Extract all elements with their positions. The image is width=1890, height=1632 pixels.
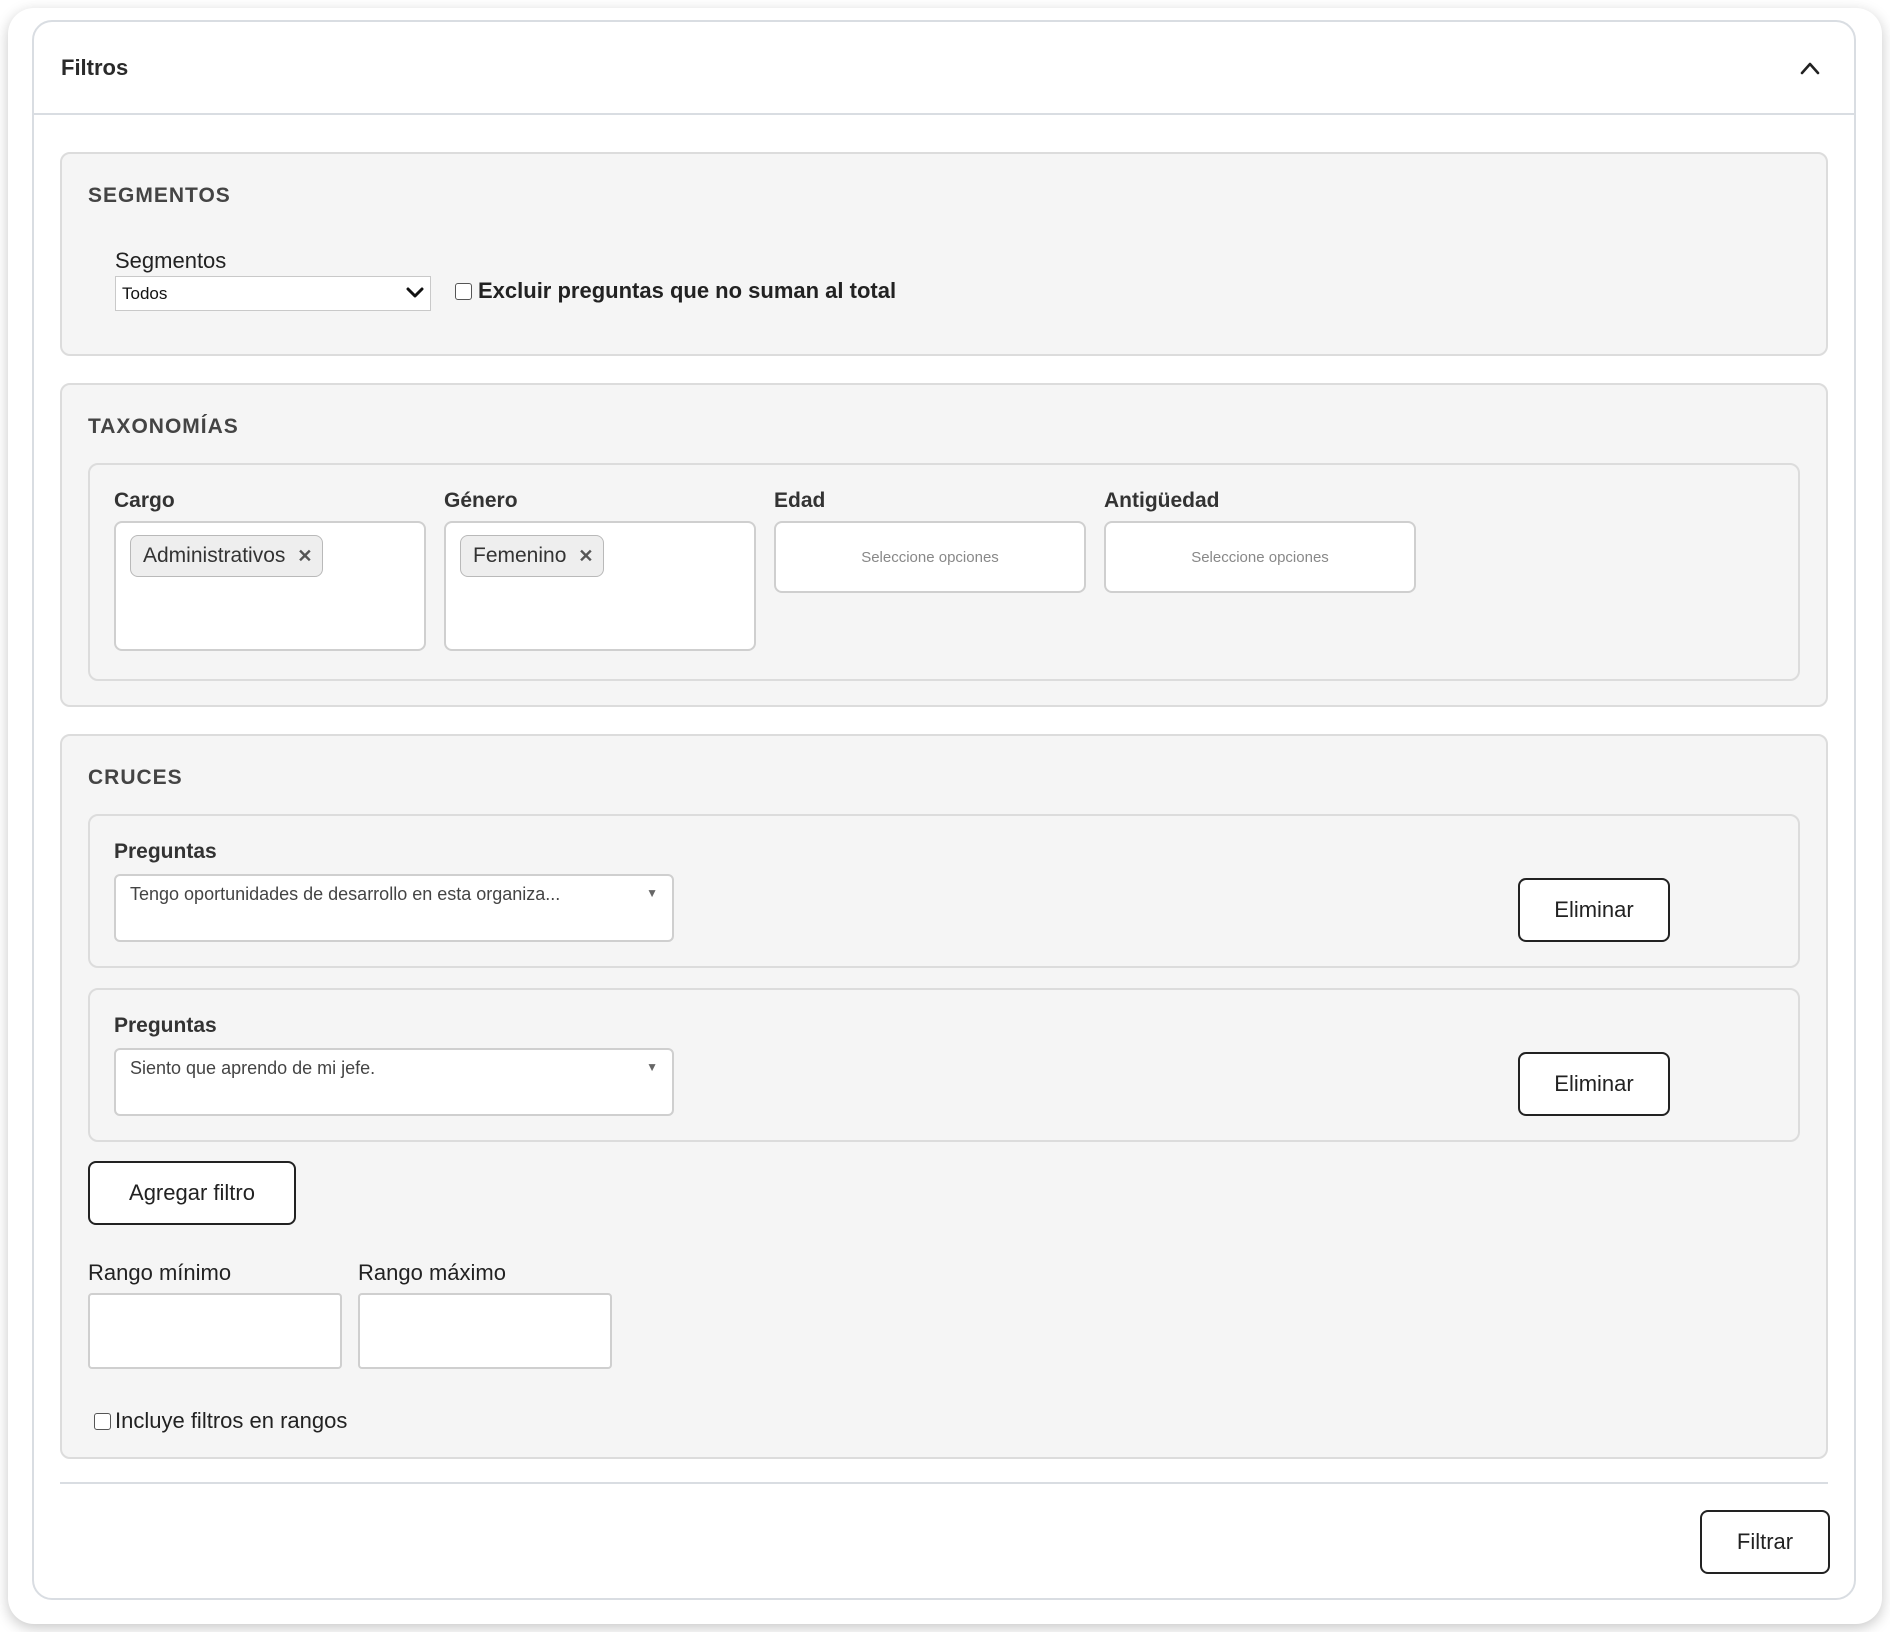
footer-divider [60, 1482, 1828, 1484]
rango-maximo-input[interactable] [358, 1293, 612, 1369]
chevron-up-icon[interactable] [1796, 54, 1824, 82]
cruces-section: CRUCES Preguntas Tengo oportunidades de … [60, 734, 1828, 1459]
preguntas-selected-value: Siento que aprendo de mi jefe. [130, 1058, 376, 1078]
eliminar-button[interactable]: Eliminar [1518, 878, 1670, 942]
chevron-down-icon [406, 284, 424, 304]
cruces-title: CRUCES [88, 766, 183, 789]
segmentos-title: SEGMENTOS [88, 184, 231, 207]
cargo-multiselect[interactable]: Administrativos ✕ [114, 521, 426, 651]
taxonomias-section: TAXONOMÍAS Cargo Administrativos ✕ Géner… [60, 383, 1828, 707]
cross-row: Preguntas Tengo oportunidades de desarro… [88, 814, 1800, 968]
filters-header[interactable]: Filtros [34, 22, 1854, 115]
segmentos-section: SEGMENTOS Segmentos Todos Excluir pregun… [60, 152, 1828, 356]
antiguedad-placeholder: Seleccione opciones [1191, 548, 1329, 566]
tag-label: Femenino [473, 544, 567, 567]
edad-label: Edad [774, 489, 826, 512]
eliminar-button[interactable]: Eliminar [1518, 1052, 1670, 1116]
antiguedad-field: Antigüedad Seleccione opciones [1104, 489, 1416, 593]
segmentos-selected-value: Todos [122, 283, 168, 303]
preguntas-label: Preguntas [114, 1014, 217, 1037]
taxonomias-title: TAXONOMÍAS [88, 415, 239, 438]
remove-tag-icon[interactable]: ✕ [578, 546, 593, 567]
antiguedad-multiselect[interactable]: Seleccione opciones [1104, 521, 1416, 593]
genero-multiselect[interactable]: Femenino ✕ [444, 521, 756, 651]
edad-placeholder: Seleccione opciones [861, 548, 999, 566]
preguntas-selected-value: Tengo oportunidades de desarrollo en est… [130, 884, 561, 904]
rango-minimo-input[interactable] [88, 1293, 342, 1369]
exclude-questions-checkbox[interactable] [455, 282, 472, 300]
edad-multiselect[interactable]: Seleccione opciones [774, 521, 1086, 593]
caret-down-icon: ▼ [646, 1060, 658, 1074]
exclude-questions-label: Excluir preguntas que no suman al total [478, 278, 897, 303]
filters-body: SEGMENTOS Segmentos Todos Excluir pregun… [34, 115, 1854, 1459]
include-ranges-option[interactable]: Incluye filtros en rangos [94, 1408, 347, 1434]
selected-tag: Femenino ✕ [460, 535, 605, 577]
agregar-filtro-button[interactable]: Agregar filtro [88, 1161, 296, 1225]
tag-label: Administrativos [143, 544, 286, 567]
genero-field: Género Femenino ✕ [444, 489, 756, 651]
remove-tag-icon[interactable]: ✕ [297, 546, 312, 567]
taxonomias-panel: Cargo Administrativos ✕ Género Femenino … [88, 463, 1800, 681]
include-ranges-label: Incluye filtros en rangos [115, 1408, 348, 1433]
rango-minimo-label: Rango mínimo [88, 1260, 232, 1285]
segmentos-select[interactable]: Todos [115, 276, 431, 311]
cargo-label: Cargo [114, 489, 175, 512]
include-ranges-checkbox[interactable] [94, 1412, 111, 1430]
selected-tag: Administrativos ✕ [130, 535, 324, 577]
preguntas-select[interactable]: Tengo oportunidades de desarrollo en est… [114, 874, 674, 942]
cargo-field: Cargo Administrativos ✕ [114, 489, 426, 651]
rango-maximo-label: Rango máximo [358, 1260, 506, 1285]
genero-label: Género [444, 489, 518, 512]
preguntas-label: Preguntas [114, 840, 217, 863]
segmentos-label: Segmentos [115, 248, 227, 273]
preguntas-select[interactable]: Siento que aprendo de mi jefe. ▼ [114, 1048, 674, 1116]
exclude-questions-option[interactable]: Excluir preguntas que no suman al total [455, 278, 896, 304]
antiguedad-label: Antigüedad [1104, 489, 1220, 512]
edad-field: Edad Seleccione opciones [774, 489, 1086, 593]
caret-down-icon: ▼ [646, 886, 658, 900]
filters-card: Filtros SEGMENTOS Segmentos Todos Exclui… [32, 20, 1856, 1600]
filtrar-button[interactable]: Filtrar [1700, 1510, 1830, 1574]
filters-title: Filtros [61, 54, 129, 80]
cross-row: Preguntas Siento que aprendo de mi jefe.… [88, 988, 1800, 1142]
